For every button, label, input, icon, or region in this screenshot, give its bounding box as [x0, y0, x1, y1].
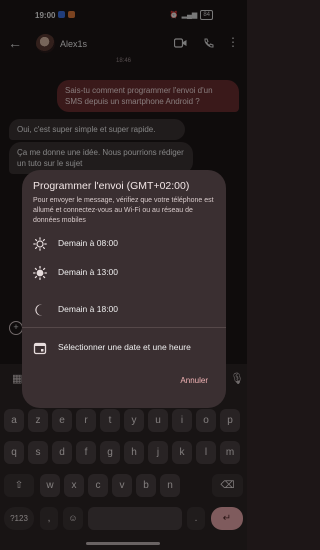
- sunrise-icon: [33, 237, 47, 251]
- schedule-send-dialog: Programmer l'envoi (GMT+02:00) Pour envo…: [22, 170, 226, 408]
- sun-icon: [33, 266, 47, 280]
- option-label: Demain à 18:00: [58, 304, 119, 314]
- dialog-description: Pour envoyer le message, vérifiez que vo…: [33, 197, 214, 224]
- select-date-time-option[interactable]: Sélectionner une date et une heure: [22, 334, 226, 362]
- option-tomorrow-1300[interactable]: Demain à 13:00: [22, 259, 226, 287]
- option-label: Demain à 08:00: [58, 238, 119, 248]
- dialog-divider: [22, 327, 226, 328]
- calendar-icon: [33, 342, 47, 355]
- moon-icon: [35, 304, 42, 316]
- option-label: Sélectionner une date et une heure: [58, 342, 191, 352]
- dialog-title: Programmer l'envoi (GMT+02:00): [33, 180, 190, 192]
- option-tomorrow-1800[interactable]: Demain à 18:00: [22, 296, 226, 324]
- option-label: Demain à 13:00: [58, 267, 119, 277]
- cancel-button[interactable]: Annuler: [180, 376, 208, 385]
- option-tomorrow-0800[interactable]: Demain à 08:00: [22, 230, 226, 258]
